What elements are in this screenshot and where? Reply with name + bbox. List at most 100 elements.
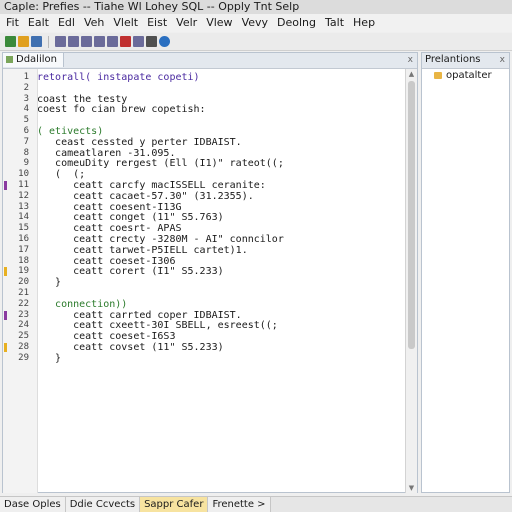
code-line: } [37, 277, 62, 289]
toolbar [0, 33, 512, 51]
gutter-marker [4, 267, 7, 277]
checkbox-icon[interactable] [68, 36, 79, 47]
line-number: 22 [18, 298, 29, 309]
tree-item[interactable]: opatalter [434, 70, 492, 82]
code-line: ceatt corert (I1" S5.233) [37, 266, 224, 278]
editor-panel: Ddalilon x 1 2 3 4 5 6 7 8 9 10 11 12 13 14 15 16 17 18 19… [2, 52, 418, 493]
title-bar: Caple: Prefies -- Tiahe Wl Lohey SQL -- … [0, 0, 512, 14]
checkbox-icon[interactable] [133, 36, 144, 47]
code-line: cameatlaren -31.095. [37, 147, 176, 159]
line-number: 20 [18, 277, 29, 288]
code-line: connection)) [37, 298, 128, 310]
code-line: retorall( instapate copeti) [37, 72, 200, 83]
code-line: ceatt coeset-I306 [37, 255, 176, 267]
menu-item[interactable]: Velr [176, 14, 197, 32]
line-number: 5 [23, 115, 29, 126]
code-line: ceatt tarwet-P5IELL cartet)1. [37, 244, 248, 256]
menu-item[interactable]: Ealt [28, 14, 49, 32]
menu-item[interactable]: Vlew [206, 14, 232, 32]
line-number: 1 [23, 72, 29, 82]
code-editor[interactable]: retorall( instapate copeti) coast the tes… [37, 69, 407, 493]
line-number: 16 [18, 234, 29, 244]
code-line: ceatt carrted coper IDBAIST. [37, 309, 242, 321]
line-number: 24 [18, 320, 29, 331]
line-number: 10 [18, 169, 29, 180]
line-number: 25 [18, 331, 29, 342]
code-line: ceatt coesent-I13G [37, 201, 182, 213]
bottom-tab[interactable]: Ddie Ccvects [65, 497, 141, 512]
line-number: 3 [23, 93, 29, 104]
save-icon[interactable] [31, 36, 42, 47]
line-number: 28 [18, 342, 29, 352]
line-number: 15 [18, 223, 29, 234]
folder-icon [434, 71, 442, 79]
menu-item[interactable]: Veh [84, 14, 104, 32]
properties-tab[interactable]: Prelantions [422, 53, 487, 67]
code-line: ceatt covset (11" S5.233) [37, 342, 224, 353]
code-line: ceatt cxeett-30I SBELL, esreest((; [37, 320, 278, 332]
close-icon[interactable]: x [500, 53, 505, 67]
app-window: Caple: Prefies -- Tiahe Wl Lohey SQL -- … [0, 0, 512, 512]
menu-item[interactable]: Eist [147, 14, 167, 32]
line-number: 9 [23, 158, 29, 169]
line-number: 14 [18, 212, 29, 223]
menu-item[interactable]: Vevy [242, 14, 268, 32]
line-number: 6 [23, 126, 29, 136]
close-icon[interactable]: x [408, 53, 413, 67]
code-line: ceatt coesrt- APAS [37, 223, 182, 235]
checkbox-icon[interactable] [107, 36, 118, 47]
editor-tab[interactable]: Ddalilon [3, 53, 64, 67]
menu-item[interactable]: Talt [325, 14, 344, 32]
code-line: ceatt coeset-I6S3 [37, 331, 176, 343]
line-number: 2 [23, 82, 29, 93]
code-line: ( (; [37, 169, 86, 181]
code-line: ceatt conget (11" S5.763) [37, 212, 224, 224]
stop-icon[interactable] [120, 36, 131, 47]
checkbox-icon[interactable] [94, 36, 105, 47]
checkbox-icon[interactable] [81, 36, 92, 47]
toolbar-separator [48, 36, 49, 48]
gutter-marker [4, 181, 7, 190]
bottom-tab[interactable]: Frenette > [208, 497, 271, 512]
checkbox-icon[interactable] [55, 36, 66, 47]
code-line: coest fo cian brew copetish: [37, 104, 206, 116]
code-line: ceatt cacaet-57.30" (31.2355). [37, 190, 254, 202]
editor-panel-header: Ddalilon x [3, 53, 417, 69]
code-line: ceast cessted y perter IDBAIST. [37, 136, 242, 148]
bottom-tab[interactable]: Sappr Cafer [140, 497, 209, 512]
code-line: comeuDity rergest (Ell (I1)" rateot((; [37, 158, 284, 170]
line-number: 29 [18, 352, 29, 363]
properties-panel-header: Prelantions x [422, 53, 509, 69]
document-icon [6, 55, 13, 63]
line-number: 23 [18, 309, 29, 320]
add-icon[interactable] [5, 36, 16, 47]
menu-item[interactable]: Edl [58, 14, 75, 32]
line-number: 11 [18, 180, 29, 190]
code-line: } [37, 352, 62, 364]
line-number: 13 [18, 201, 29, 212]
line-number-gutter: 1 2 3 4 5 6 7 8 9 10 11 12 13 14 15 16 17 18 19 20 21 22 23 24 2… [3, 69, 38, 493]
folder-icon[interactable] [18, 36, 29, 47]
window-title: Caple: Prefies -- Tiahe Wl Lohey SQL -- … [4, 0, 300, 13]
properties-panel: Prelantions x opatalter [421, 52, 510, 493]
code-line: ceatt crecty -3280M - AI" conncilor [37, 234, 284, 245]
scroll-up-icon[interactable]: ▲ [406, 69, 417, 79]
tree-item-label: opatalter [446, 70, 492, 81]
help-icon[interactable] [159, 36, 170, 47]
bottom-tab[interactable]: Dase Oples [0, 497, 66, 512]
editor-tab-label: Ddalilon [16, 54, 57, 65]
menu-item[interactable]: Vlelt [113, 14, 138, 32]
menu-item[interactable]: Fit [6, 14, 19, 32]
gutter-marker [4, 343, 7, 352]
scroll-down-icon[interactable]: ▼ [406, 483, 417, 493]
vertical-scrollbar[interactable]: ▲ ▼ [405, 69, 417, 493]
properties-tab-label: Prelantions [425, 54, 481, 65]
line-number: 4 [23, 104, 29, 115]
code-line: ( etivects) [37, 126, 104, 137]
scrollbar-thumb[interactable] [408, 81, 415, 349]
print-icon[interactable] [146, 36, 157, 47]
line-number: 8 [23, 147, 29, 158]
menu-item[interactable]: Deolng [277, 14, 316, 32]
menu-item[interactable]: Hep [353, 14, 375, 32]
line-number: 18 [18, 255, 29, 266]
